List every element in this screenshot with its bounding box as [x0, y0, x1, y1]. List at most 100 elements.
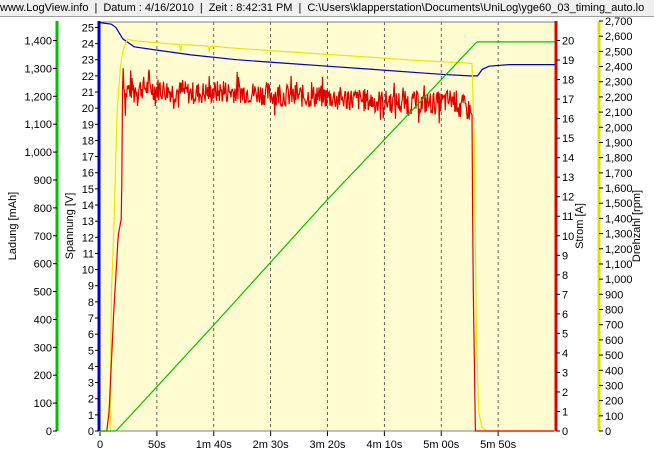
- y-tick-label-ladung: 200: [34, 370, 52, 382]
- separator: |: [298, 2, 302, 14]
- y-tick-label-ladung: 600: [34, 259, 52, 271]
- y-tick-label-strom: 14: [562, 153, 574, 165]
- x-tick-label: 2m 30s: [253, 439, 290, 451]
- y-tick-label-strom: 16: [562, 114, 574, 126]
- y-tick-label-drehzahl: 1,500: [605, 198, 633, 210]
- y-tick-label-strom: 17: [562, 94, 574, 106]
- x-tick-label: 50s: [148, 439, 166, 451]
- y-tick-label-drehzahl: 1,900: [605, 137, 633, 149]
- y-tick-label-strom: 15: [562, 133, 574, 145]
- y-tick-label-strom: 1: [562, 406, 568, 418]
- axis-label-ladung: Ladung [mAh]: [7, 192, 19, 261]
- y-tick-label-ladung: 700: [34, 231, 52, 243]
- y-tick-label-drehzahl: 600: [605, 335, 623, 347]
- y-tick-label-ladung: 0: [46, 426, 52, 438]
- y-tick-label-spannung: 10: [82, 265, 94, 277]
- y-tick-label-strom: 9: [562, 250, 568, 262]
- y-tick-label-drehzahl: 1,000: [605, 274, 633, 286]
- y-tick-label-drehzahl: 1,100: [605, 259, 633, 271]
- y-tick-label-spannung: 20: [82, 103, 94, 115]
- y-tick-label-spannung: 7: [88, 313, 94, 325]
- x-tick-label: 0: [97, 439, 103, 451]
- y-tick-label-drehzahl: 700: [605, 320, 623, 332]
- axis-label-spannung: Spannung [V]: [64, 193, 76, 260]
- y-tick-label-strom: 5: [562, 328, 568, 340]
- y-tick-label-strom: 3: [562, 367, 568, 379]
- y-tick-label-strom: 19: [562, 55, 574, 67]
- y-tick-label-drehzahl: 2,500: [605, 46, 633, 58]
- y-tick-label-spannung: 8: [88, 297, 94, 309]
- file-path-label: C:\Users\klapperstation\Documents\UniLog…: [307, 2, 645, 14]
- y-tick-label-drehzahl: 1,200: [605, 244, 633, 256]
- axis-label-drehzahl: Drehzahl [rpm]: [631, 190, 643, 262]
- y-tick-label-ladung: 1,300: [24, 63, 52, 75]
- y-tick-label-spannung: 24: [82, 39, 94, 51]
- y-tick-label-spannung: 14: [82, 200, 94, 212]
- y-tick-label-drehzahl: 0: [605, 426, 611, 438]
- y-tick-label-drehzahl: 2,300: [605, 77, 633, 89]
- y-tick-label-strom: 7: [562, 289, 568, 301]
- y-tick-label-strom: 6: [562, 309, 568, 321]
- y-tick-label-spannung: 19: [82, 119, 94, 131]
- x-tick-label: 3m 20s: [309, 439, 346, 451]
- title-bar: www.LogView.info | Datum : 4/16/2010 | Zeit …: [0, 0, 654, 17]
- y-tick-label-strom: 4: [562, 348, 568, 360]
- y-tick-label-ladung: 100: [34, 398, 52, 410]
- y-tick-label-drehzahl: 300: [605, 380, 623, 392]
- time-label: Zeit : 8:42:31 PM: [208, 2, 293, 14]
- y-tick-label-drehzahl: 2,700: [605, 17, 633, 28]
- x-tick-label: 4m 10s: [366, 439, 403, 451]
- y-tick-label-drehzahl: 1,400: [605, 213, 633, 225]
- y-tick-label-ladung: 1,400: [24, 36, 52, 48]
- logview-chart[interactable]: 0 50s 1m 40s 2m 30s 3m 20s 4m 10s 5m 00s 5m 50s…: [0, 17, 654, 457]
- y-tick-label-spannung: 4: [88, 361, 94, 373]
- y-tick-label-spannung: 12: [82, 232, 94, 244]
- y-tick-label-drehzahl: 2,200: [605, 92, 633, 104]
- y-tick-label-drehzahl: 2,000: [605, 122, 633, 134]
- y-tick-label-ladung: 900: [34, 175, 52, 187]
- y-tick-label-ladung: 1,100: [24, 119, 52, 131]
- y-tick-label-spannung: 22: [82, 71, 94, 83]
- y-tick-label-spannung: 21: [82, 87, 94, 99]
- y-tick-label-spannung: 13: [82, 216, 94, 228]
- y-tick-label-strom: 12: [562, 192, 574, 204]
- x-tick-label: 1m 40s: [196, 439, 233, 451]
- y-tick-label-spannung: 9: [88, 281, 94, 293]
- site-label[interactable]: www.LogView.info: [0, 0, 88, 16]
- y-tick-label-ladung: 1,200: [24, 91, 52, 103]
- y-tick-label-ladung: 800: [34, 203, 52, 215]
- y-tick-label-spannung: 5: [88, 345, 94, 357]
- x-tick-label: 5m 00s: [423, 439, 460, 451]
- y-tick-label-spannung: 2: [88, 394, 94, 406]
- y-tick-label-spannung: 16: [82, 168, 94, 180]
- y-tick-label-strom: 0: [562, 426, 568, 438]
- y-tick-label-drehzahl: 200: [605, 396, 623, 408]
- y-tick-label-drehzahl: 1,300: [605, 229, 633, 241]
- y-tick-label-spannung: 6: [88, 329, 94, 341]
- y-tick-label-strom: 10: [562, 231, 574, 243]
- y-tick-label-spannung: 0: [88, 426, 94, 438]
- y-tick-label-spannung: 1: [88, 410, 94, 422]
- y-tick-label-strom: 11: [562, 211, 573, 223]
- y-tick-label-strom: 2: [562, 387, 568, 399]
- y-tick-label-drehzahl: 500: [605, 350, 623, 362]
- separator: |: [199, 2, 203, 14]
- y-tick-label-drehzahl: 100: [605, 411, 623, 423]
- y-tick-label-spannung: 18: [82, 135, 94, 147]
- y-tick-label-strom: 8: [562, 270, 568, 282]
- y-tick-label-drehzahl: 900: [605, 289, 623, 301]
- y-tick-label-ladung: 300: [34, 342, 52, 354]
- y-tick-label-drehzahl: 2,400: [605, 62, 633, 74]
- separator: |: [94, 2, 98, 14]
- y-tick-label-spannung: 3: [88, 378, 94, 390]
- y-tick-label-spannung: 15: [82, 184, 94, 196]
- y-tick-label-ladung: 400: [34, 314, 52, 326]
- y-tick-label-drehzahl: 2,600: [605, 31, 633, 43]
- y-tick-label-drehzahl: 1,700: [605, 168, 633, 180]
- y-tick-label-strom: 13: [562, 172, 574, 184]
- y-tick-label-spannung: 25: [82, 22, 94, 34]
- y-tick-label-drehzahl: 400: [605, 365, 623, 377]
- y-tick-label-ladung: 1,000: [24, 147, 52, 159]
- y-tick-label-drehzahl: 2,100: [605, 107, 633, 119]
- y-tick-label-spannung: 23: [82, 55, 94, 67]
